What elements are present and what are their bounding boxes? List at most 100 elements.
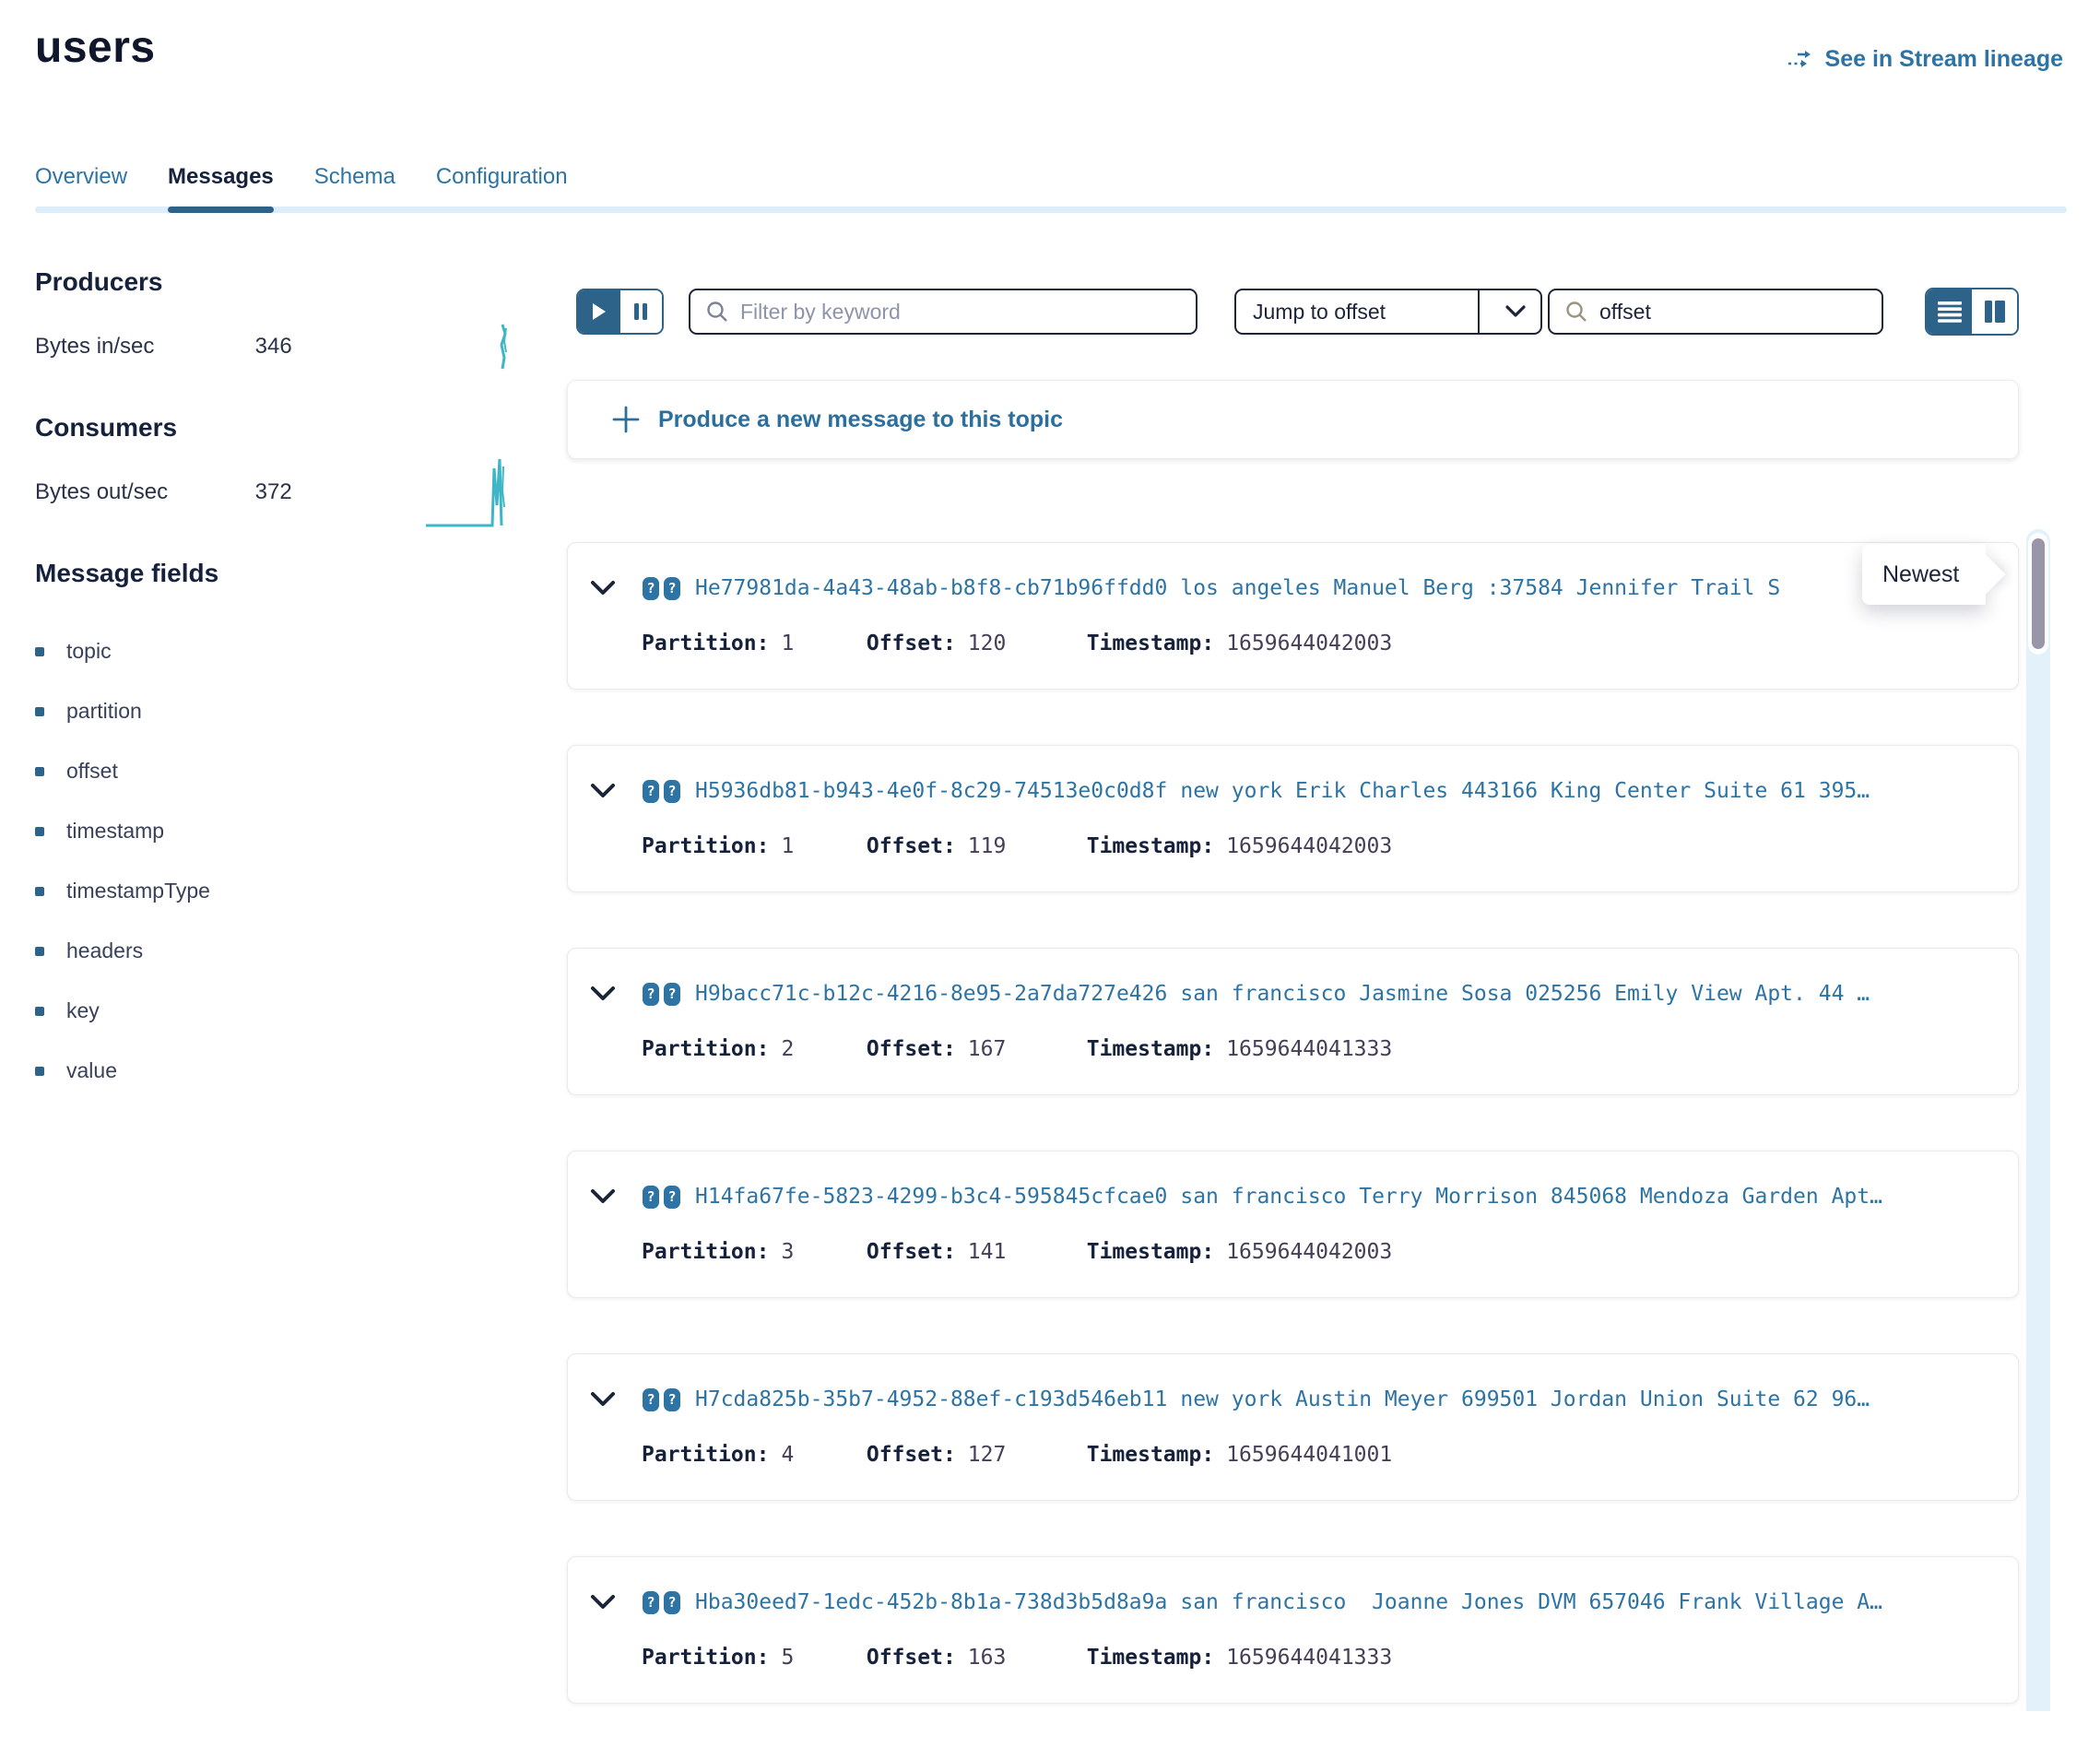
message-meta-line: Partition: 1 Offset: 120 Timestamp: 1659…: [642, 632, 1392, 655]
offset-meta: Offset: 120: [867, 632, 1074, 655]
timestamp-meta: Timestamp: 1659644042003: [1087, 632, 1393, 655]
play-button[interactable]: [578, 290, 620, 333]
message-field-item[interactable]: value: [35, 1041, 537, 1101]
bullet-square-icon: [35, 647, 44, 656]
message-field-item[interactable]: headers: [35, 921, 537, 981]
bullet-square-icon: [35, 1007, 44, 1016]
chevron-down-icon[interactable]: [591, 1392, 615, 1407]
message-field-item[interactable]: timestamp: [35, 801, 537, 861]
play-icon: [591, 302, 608, 321]
bullet-square-icon: [35, 767, 44, 776]
partition-meta: Partition: 1: [642, 834, 854, 858]
offset-meta: Offset: 141: [867, 1240, 1074, 1264]
timestamp-meta: Timestamp: 1659644042003: [1087, 1240, 1393, 1264]
pause-button[interactable]: [620, 290, 663, 333]
offset-meta: Offset: 127: [867, 1443, 1074, 1467]
timestamp-value: 1659644042003: [1226, 632, 1392, 655]
message-row[interactable]: ?? H5936db81-b943-4e0f-8c29-74513e0c0d8f…: [567, 745, 2019, 892]
producers-heading: Producers: [35, 267, 537, 297]
message-fields-heading: Message fields: [35, 559, 537, 588]
offset-label: Offset:: [867, 1037, 956, 1061]
message-row[interactable]: ?? H7cda825b-35b7-4952-88ef-c193d546eb11…: [567, 1353, 2019, 1501]
offset-meta: Offset: 167: [867, 1037, 1074, 1061]
chevron-down-icon[interactable]: [591, 1595, 615, 1610]
bullet-square-icon: [35, 827, 44, 836]
stream-lineage-link[interactable]: See in Stream lineage: [1787, 46, 2063, 73]
timestamp-meta: Timestamp: 1659644041333: [1087, 1037, 1393, 1061]
message-row[interactable]: ?? Hba30eed7-1edc-452b-8b1a-738d3b5d8a9a…: [567, 1556, 2019, 1704]
messages-scrollbar-track[interactable]: [2026, 529, 2050, 1711]
message-meta-line: Partition: 2 Offset: 167 Timestamp: 1659…: [642, 1037, 1392, 1061]
chevron-down-icon[interactable]: [591, 581, 615, 596]
bullet-square-icon: [35, 1067, 44, 1076]
message-row[interactable]: ?? H9bacc71c-b12c-4216-8e95-2a7da727e426…: [567, 948, 2019, 1095]
search-icon: [1564, 300, 1588, 324]
partition-meta: Partition: 2: [642, 1037, 854, 1061]
column-view-button[interactable]: [1972, 289, 2017, 334]
offset-value: 120: [968, 632, 1007, 655]
messages-scrollbar-thumb[interactable]: [2032, 538, 2045, 649]
chevron-down-icon[interactable]: [591, 784, 615, 798]
column-view-icon: [1983, 300, 2007, 324]
message-field-label: timestampType: [66, 879, 210, 903]
offset-value: 119: [968, 834, 1007, 858]
message-row[interactable]: ?? He77981da-4a43-48ab-b8f8-cb71b96ffdd0…: [567, 542, 2019, 690]
message-field-item[interactable]: key: [35, 981, 537, 1041]
message-fields-list: topic partition offset timestamp timesta…: [35, 621, 537, 1101]
stream-lineage-label: See in Stream lineage: [1825, 46, 2063, 73]
topic-stats-sidebar: Producers Bytes in/sec 346 Consumers Byt…: [35, 267, 537, 1101]
message-field-item[interactable]: partition: [35, 681, 537, 741]
partition-value: 5: [781, 1646, 794, 1670]
list-view-button[interactable]: [1927, 289, 1972, 334]
timestamp-label: Timestamp:: [1087, 1037, 1214, 1061]
partition-meta: Partition: 5: [642, 1646, 854, 1670]
chevron-down-icon[interactable]: [591, 986, 615, 1001]
tab-configuration[interactable]: Configuration: [436, 164, 568, 213]
message-value-preview: san francisco Joanne Jones DVM 657046 Fr…: [1180, 1590, 1882, 1614]
bytes-out-sparkline: [422, 448, 524, 531]
offset-value: 167: [968, 1037, 1007, 1061]
tab-messages[interactable]: Messages: [168, 164, 274, 213]
tab-schema[interactable]: Schema: [314, 164, 395, 213]
chevron-down-icon[interactable]: [591, 1189, 615, 1204]
message-field-label: timestamp: [66, 819, 164, 844]
timestamp-value: 1659644041001: [1226, 1443, 1392, 1467]
message-header-line: ?? H14fa67fe-5823-4299-b3c4-595845cfcae0…: [591, 1185, 1882, 1209]
message-row[interactable]: ?? H14fa67fe-5823-4299-b3c4-595845cfcae0…: [567, 1151, 2019, 1298]
message-key: H5936db81-b943-4e0f-8c29-74513e0c0d8f: [695, 779, 1167, 803]
message-field-item[interactable]: offset: [35, 741, 537, 801]
search-icon: [705, 300, 729, 324]
timestamp-value: 1659644042003: [1226, 1240, 1392, 1264]
tab-overview[interactable]: Overview: [35, 164, 127, 213]
jump-to-offset-select[interactable]: Jump to offset: [1234, 289, 1542, 335]
partition-label: Partition:: [642, 1037, 769, 1061]
keyword-filter-input[interactable]: [740, 300, 1181, 325]
bytes-out-label: Bytes out/sec: [35, 479, 249, 505]
message-key: H9bacc71c-b12c-4216-8e95-2a7da727e426: [695, 982, 1167, 1006]
partition-label: Partition:: [642, 632, 769, 655]
message-header-line: ?? Hba30eed7-1edc-452b-8b1a-738d3b5d8a9a…: [591, 1590, 1882, 1614]
unprintable-char-icon: ??: [643, 1388, 680, 1411]
timestamp-label: Timestamp:: [1087, 1646, 1214, 1670]
offset-label: Offset:: [867, 1443, 956, 1467]
offset-meta: Offset: 119: [867, 834, 1074, 858]
message-field-label: value: [66, 1058, 117, 1083]
timestamp-label: Timestamp:: [1087, 632, 1214, 655]
message-field-label: offset: [66, 759, 118, 784]
message-field-item[interactable]: topic: [35, 621, 537, 681]
message-field-label: topic: [66, 639, 112, 664]
timestamp-label: Timestamp:: [1087, 1240, 1214, 1264]
unprintable-char-icon: ??: [643, 780, 680, 803]
message-field-item[interactable]: timestampType: [35, 861, 537, 921]
partition-value: 2: [781, 1037, 794, 1061]
live-consume-toggle: [576, 289, 664, 335]
stream-lineage-icon: [1787, 48, 1814, 72]
list-view-icon: [1938, 301, 1962, 323]
produce-message-button[interactable]: Produce a new message to this topic: [567, 380, 2019, 459]
unprintable-char-icon: ??: [643, 1186, 680, 1209]
partition-value: 1: [781, 632, 794, 655]
offset-search-input[interactable]: [1599, 300, 1872, 325]
message-meta-line: Partition: 1 Offset: 119 Timestamp: 1659…: [642, 834, 1392, 858]
timestamp-value: 1659644041333: [1226, 1037, 1392, 1061]
chevron-down-icon[interactable]: [1491, 305, 1540, 318]
